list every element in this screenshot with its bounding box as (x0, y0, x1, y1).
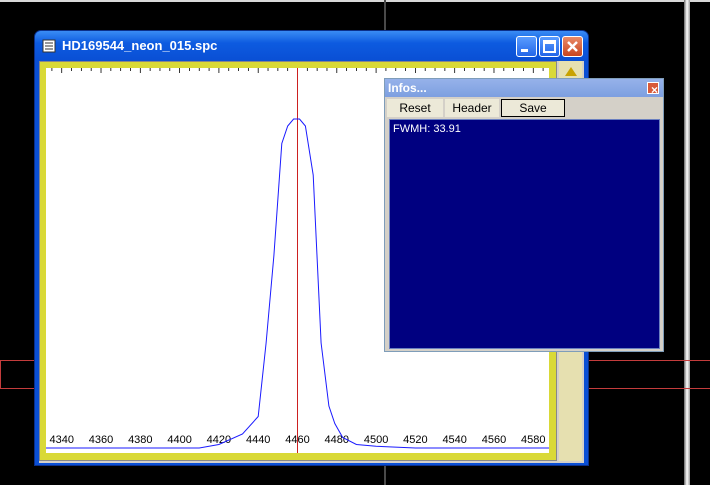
close-button[interactable] (562, 36, 583, 57)
window-title: HD169544_neon_015.spc (62, 38, 218, 53)
x-tick-label: 4540 (442, 434, 466, 446)
reset-button[interactable]: Reset (387, 99, 443, 117)
infos-close-button[interactable]: × (647, 82, 659, 97)
x-tick-label: 4500 (364, 434, 388, 446)
infos-title-bar[interactable]: Infos... × (385, 79, 663, 97)
close-icon: × (651, 83, 659, 97)
infos-title: Infos... (388, 81, 427, 95)
x-tick-label: 4380 (128, 434, 152, 446)
document-icon (42, 39, 56, 53)
minimize-icon (521, 49, 528, 52)
save-button[interactable]: Save (501, 99, 565, 117)
infos-panel[interactable]: Infos... × Reset Header Save FWMH: 33.91 (384, 78, 664, 352)
maximize-icon (543, 40, 556, 53)
x-tick-label: 4360 (89, 434, 113, 446)
background-white-line (684, 0, 690, 485)
infos-output-area: FWMH: 33.91 (389, 119, 660, 349)
maximize-button[interactable] (539, 36, 560, 57)
title-bar[interactable]: HD169544_neon_015.spc (35, 31, 588, 61)
scroll-up-icon[interactable] (565, 67, 577, 76)
x-tick-label: 4400 (167, 434, 191, 446)
minimize-button[interactable] (516, 36, 537, 57)
fwhm-readout: FWMH: 33.91 (393, 123, 461, 135)
x-tick-label: 4580 (521, 434, 545, 446)
close-icon (567, 41, 578, 52)
x-tick-label: 4440 (246, 434, 270, 446)
header-button[interactable]: Header (445, 99, 499, 117)
background-top-line (0, 0, 710, 2)
x-tick-label: 4340 (49, 434, 73, 446)
x-tick-label: 4480 (325, 434, 349, 446)
x-tick-label: 4520 (403, 434, 427, 446)
background-red-line-left (0, 360, 1, 389)
x-tick-label: 4560 (482, 434, 506, 446)
